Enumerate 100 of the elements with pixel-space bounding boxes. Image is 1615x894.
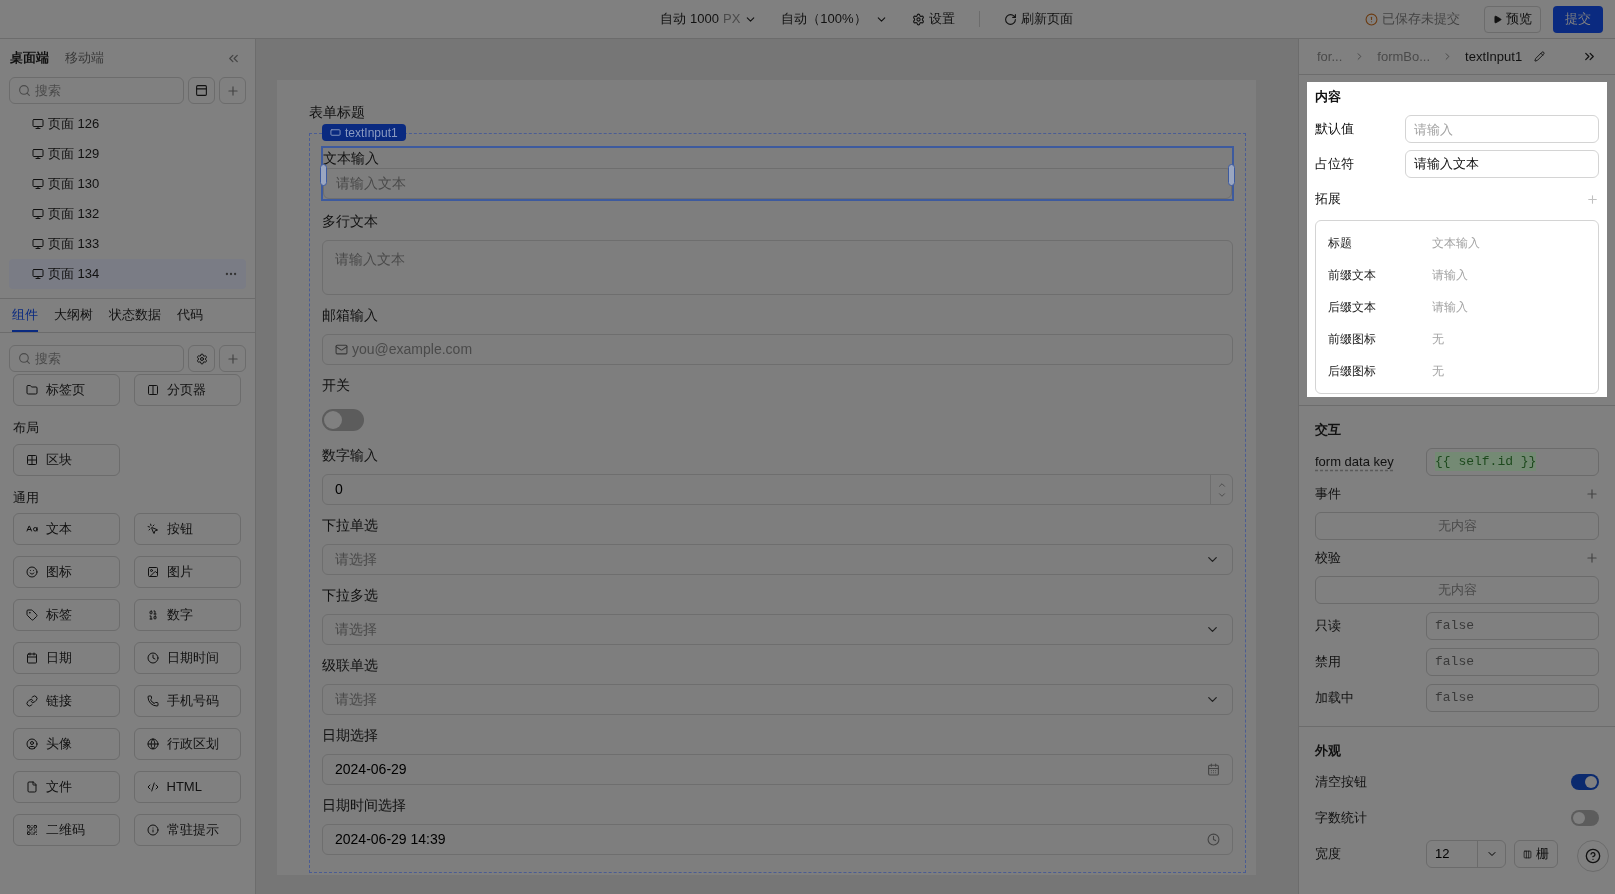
page-item[interactable]: 页面 129 bbox=[9, 139, 246, 169]
monitor-icon bbox=[32, 118, 44, 130]
qr-code-icon bbox=[26, 824, 38, 836]
width-select[interactable]: 12 bbox=[1426, 840, 1506, 868]
default-value-input[interactable]: 请输入 bbox=[1405, 115, 1599, 143]
platform-tab[interactable]: 移动端 bbox=[65, 48, 104, 68]
preview-button[interactable]: 预览 bbox=[1484, 5, 1541, 33]
component-tile[interactable]: 日期时间 bbox=[133, 642, 241, 674]
panel-tab[interactable]: 状态数据 bbox=[109, 299, 161, 332]
page-item[interactable]: 页面 126 bbox=[9, 109, 246, 139]
add-button[interactable] bbox=[219, 345, 246, 372]
mail-icon bbox=[335, 343, 348, 356]
page-item[interactable]: 页面 133 bbox=[9, 229, 246, 259]
phone-icon bbox=[146, 695, 159, 707]
cursor-click-icon bbox=[146, 523, 159, 535]
refresh-button[interactable]: 刷新页面 bbox=[1003, 9, 1073, 29]
alert-icon bbox=[1365, 12, 1378, 26]
component-tile[interactable]: 手机号码 bbox=[133, 685, 241, 717]
code-icon bbox=[146, 781, 159, 793]
component-tile[interactable]: 链接 bbox=[13, 685, 120, 717]
component-tile[interactable]: 二维码 bbox=[13, 814, 120, 846]
section-title: 外观 bbox=[1315, 741, 1342, 760]
grid-button[interactable]: 栅 bbox=[1514, 840, 1558, 868]
toggle-switch[interactable] bbox=[322, 408, 364, 431]
page-item[interactable]: 页面 130 bbox=[9, 169, 246, 199]
resize-handle[interactable] bbox=[1228, 164, 1235, 186]
component-tile[interactable]: 日期 bbox=[13, 642, 120, 674]
plus-icon[interactable] bbox=[1586, 192, 1599, 206]
platform-tab[interactable]: 桌面端 bbox=[10, 48, 49, 68]
settings-button[interactable]: 设置 bbox=[911, 9, 955, 29]
search-icon bbox=[18, 84, 31, 97]
globe-icon bbox=[146, 738, 159, 750]
property-value[interactable]: 请输入 bbox=[1432, 266, 1468, 284]
form-title: 表单标题 bbox=[309, 103, 366, 122]
clock-icon bbox=[146, 652, 159, 664]
breadcrumb-item[interactable]: textInput1 bbox=[1465, 46, 1523, 67]
component-tile[interactable]: HTML bbox=[133, 771, 241, 803]
property-value[interactable]: 无 bbox=[1432, 362, 1444, 380]
submit-button[interactable]: 提交 bbox=[1553, 5, 1603, 33]
grid-icon bbox=[26, 453, 38, 466]
help-button[interactable] bbox=[1577, 840, 1609, 872]
property-label: 宽度 bbox=[1315, 845, 1342, 864]
resize-handle[interactable] bbox=[320, 164, 327, 186]
component-tile[interactable]: 图标 bbox=[13, 556, 120, 588]
component-tile[interactable]: 文本 bbox=[13, 513, 120, 545]
component-tile[interactable]: 按钮 bbox=[133, 513, 241, 545]
property-label: 后缀图标 bbox=[1328, 363, 1377, 380]
component-tile[interactable]: 分页器 bbox=[133, 374, 241, 406]
field-label: 数字输入 bbox=[322, 446, 379, 465]
plus-icon[interactable] bbox=[1585, 550, 1599, 565]
calendar-icon bbox=[1207, 763, 1220, 776]
panel-tab[interactable]: 组件 bbox=[12, 299, 38, 332]
info-icon bbox=[146, 824, 159, 836]
component-tile[interactable]: 数字 bbox=[133, 599, 241, 631]
placeholder-input[interactable]: 请输入文本 bbox=[1405, 150, 1599, 178]
code-expression: {{ self.id }} bbox=[1435, 451, 1537, 472]
component-tile[interactable]: 头像 bbox=[13, 728, 120, 760]
property-label: 标题 bbox=[1328, 235, 1353, 252]
toggle-switch[interactable] bbox=[1571, 810, 1599, 826]
component-tile[interactable]: 区块 bbox=[13, 443, 120, 476]
date-picker[interactable]: 2024-06-29 bbox=[322, 754, 1233, 785]
page-item[interactable]: 页面 134 bbox=[9, 259, 246, 289]
columns-icon bbox=[146, 384, 159, 396]
component-tile[interactable]: 文件 bbox=[13, 771, 120, 803]
section-title: 交互 bbox=[1315, 421, 1342, 439]
component-tile[interactable]: 行政区划 bbox=[133, 728, 241, 760]
panel-tab[interactable]: 大纲树 bbox=[54, 299, 93, 332]
property-label: 前缀文本 bbox=[1328, 267, 1377, 284]
property-value[interactable]: 请输入 bbox=[1432, 298, 1468, 316]
property-value[interactable]: 文本输入 bbox=[1432, 234, 1480, 252]
search-icon bbox=[18, 352, 31, 365]
property-label: 拓展 bbox=[1315, 190, 1341, 209]
component-tile[interactable]: 常驻提示 bbox=[133, 814, 241, 846]
tag-icon bbox=[26, 609, 38, 621]
component-tile[interactable]: 标签 bbox=[13, 599, 120, 631]
panel-tab[interactable]: 代码 bbox=[177, 299, 203, 332]
property-label: form data key bbox=[1315, 452, 1395, 471]
folder-icon bbox=[26, 384, 38, 396]
edit-icon[interactable] bbox=[1534, 51, 1546, 62]
field-label: 级联单选 bbox=[322, 656, 379, 675]
input-icon bbox=[330, 127, 341, 138]
property-value[interactable]: 无 bbox=[1432, 330, 1444, 348]
toggle-switch[interactable] bbox=[1571, 774, 1599, 790]
monitor-icon bbox=[32, 238, 44, 250]
code-input[interactable]: {{ self.id }} bbox=[1426, 447, 1599, 476]
boolean-input[interactable]: false bbox=[1426, 611, 1599, 640]
number-input[interactable]: 0 bbox=[322, 474, 1233, 505]
settings-button[interactable] bbox=[188, 345, 215, 372]
property-label: 默认值 bbox=[1315, 120, 1355, 139]
datetime-picker[interactable]: 2024-06-29 14:39 bbox=[322, 824, 1233, 855]
zoom-select[interactable]: 自动（100%） bbox=[781, 9, 888, 29]
layout-button[interactable] bbox=[188, 77, 215, 104]
page-item[interactable]: 页面 132 bbox=[9, 199, 246, 229]
field-label: 日期选择 bbox=[322, 726, 379, 745]
boolean-input[interactable]: false bbox=[1426, 647, 1599, 676]
component-tile[interactable]: 图片 bbox=[133, 556, 241, 588]
plus-icon[interactable] bbox=[1585, 486, 1599, 501]
boolean-input[interactable]: false bbox=[1426, 683, 1599, 712]
component-tile[interactable]: 标签页 bbox=[13, 374, 120, 406]
group-heading: 布局 bbox=[13, 419, 40, 437]
